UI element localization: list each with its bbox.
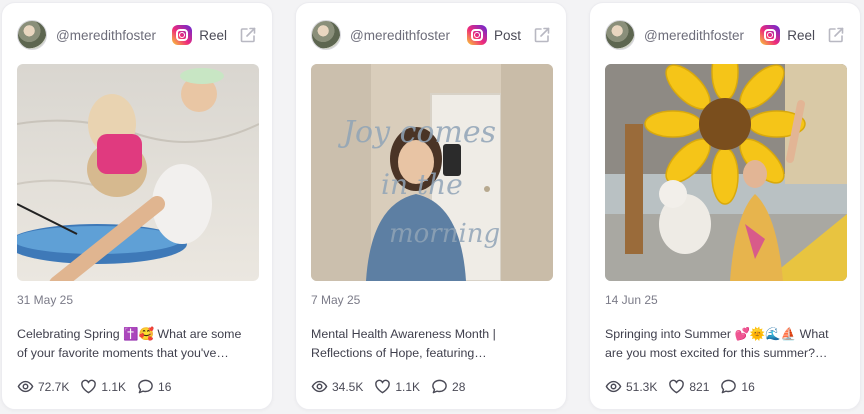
svg-text:Joy comes: Joy comes	[337, 115, 496, 150]
comments-stat: 28	[431, 378, 465, 395]
svg-text:morning: morning	[389, 219, 500, 249]
comments-count: 28	[452, 379, 466, 394]
post-thumbnail[interactable]: Joy comes in the morning	[311, 64, 553, 281]
external-link-icon[interactable]	[827, 26, 845, 44]
instagram-icon	[466, 25, 487, 45]
caption-line: are you most excited for this summer?…	[605, 346, 828, 360]
comments-count: 16	[741, 379, 755, 394]
views-count: 34.5K	[332, 379, 364, 394]
heart-icon	[669, 379, 685, 394]
post-card[interactable]: @meredithfoster Post Joy comes in the mo…	[295, 2, 567, 410]
post-thumbnail[interactable]	[605, 64, 847, 281]
likes-count: 821	[689, 379, 710, 394]
comment-icon	[721, 379, 737, 394]
post-stats: 51.3K 821 16	[605, 378, 766, 395]
external-link-icon[interactable]	[239, 26, 257, 44]
eye-icon	[17, 380, 34, 393]
likes-stat: 1.1K	[80, 378, 126, 395]
post-card[interactable]: @meredithfoster Reel	[1, 2, 273, 410]
instagram-icon	[172, 25, 193, 45]
post-thumbnail[interactable]	[17, 64, 259, 281]
heart-icon	[81, 379, 97, 394]
eye-icon	[311, 380, 328, 393]
comments-stat: 16	[720, 378, 755, 395]
likes-stat: 1.1K	[374, 378, 420, 395]
username[interactable]: @meredithfoster	[56, 28, 172, 43]
comments-count: 16	[158, 379, 172, 394]
views-count: 51.3K	[626, 379, 658, 394]
post-type-label: Reel	[787, 27, 815, 43]
caption-line: Mental Health Awareness Month |	[311, 327, 496, 341]
caption-line: of your favorite moments that you've…	[17, 346, 229, 360]
caption-line: Celebrating Spring ✝️🥰 What are some	[17, 327, 242, 341]
post-card[interactable]: @meredithfoster Reel	[589, 2, 861, 410]
eye-icon	[605, 380, 622, 393]
views-stat: 72.7K	[17, 378, 69, 395]
post-caption[interactable]: Mental Health Awareness Month | Reflecti…	[311, 325, 557, 363]
avatar[interactable]	[17, 20, 47, 50]
comment-icon	[138, 379, 153, 394]
post-cards-row: @meredithfoster Reel 31 May 25 Celebrati…	[0, 0, 864, 414]
post-date: 14 Jun 25	[605, 293, 658, 307]
card-header: @meredithfoster Reel	[17, 19, 257, 51]
caption-line: Springing into Summer 💕🌞🌊⛵ What	[605, 327, 829, 341]
svg-text:in the: in the	[381, 168, 463, 201]
post-type-label: Post	[493, 27, 521, 43]
external-link-icon[interactable]	[533, 26, 551, 44]
username[interactable]: @meredithfoster	[350, 28, 467, 43]
caption-line: Reflections of Hope, featuring…	[311, 346, 487, 360]
username[interactable]: @meredithfoster	[644, 28, 760, 43]
avatar[interactable]	[311, 20, 341, 50]
post-caption[interactable]: Celebrating Spring ✝️🥰 What are some of …	[17, 325, 263, 363]
post-stats: 72.7K 1.1K 16	[17, 378, 182, 395]
post-date: 7 May 25	[311, 293, 361, 307]
post-type-label: Reel	[199, 27, 227, 43]
post-caption[interactable]: Springing into Summer 💕🌞🌊⛵ What are you …	[605, 325, 851, 363]
comment-icon	[432, 379, 447, 394]
comments-stat: 16	[137, 378, 171, 395]
views-count: 72.7K	[38, 379, 70, 394]
heart-icon	[375, 379, 391, 394]
views-stat: 51.3K	[605, 378, 657, 395]
views-stat: 34.5K	[311, 378, 363, 395]
card-header: @meredithfoster Post	[311, 19, 551, 51]
post-date: 31 May 25	[17, 293, 74, 307]
likes-count: 1.1K	[395, 379, 421, 394]
likes-count: 1.1K	[101, 379, 127, 394]
instagram-icon	[760, 25, 781, 45]
avatar[interactable]	[605, 20, 635, 50]
likes-stat: 821	[668, 378, 709, 395]
post-stats: 34.5K 1.1K 28	[311, 378, 476, 395]
card-header: @meredithfoster Reel	[605, 19, 845, 51]
